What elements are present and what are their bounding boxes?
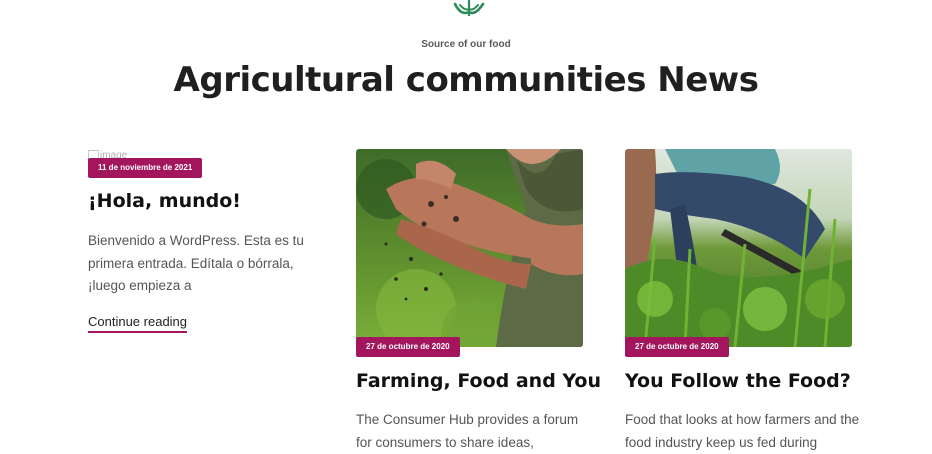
post-image-hands-soil[interactable] [356,149,583,347]
post-date-badge[interactable]: 27 de octubre de 2020 [356,337,460,357]
post-excerpt: Bienvenido a WordPress. Esta es tu prime… [88,233,304,293]
post-image-farmer-field[interactable] [625,149,852,347]
post-excerpt: The Consumer Hub provides a forum for co… [356,412,579,450]
post-title[interactable]: Farming, Food and You [356,370,601,392]
continue-reading-link[interactable]: Continue reading [88,314,188,333]
post-title[interactable]: ¡Hola, mundo! [88,190,241,212]
post-title[interactable]: You Follow the Food? [625,370,851,392]
section-title: Agricultural communities News [173,60,759,100]
post-date-badge[interactable]: 27 de octubre de 2020 [625,337,729,357]
section-eyebrow: Source of our food [421,39,511,50]
leaf-icon [453,0,485,16]
post-excerpt: Food that looks at how farmers and the f… [625,412,860,450]
post-date-badge[interactable]: 11 de noviembre de 2021 [88,158,203,178]
